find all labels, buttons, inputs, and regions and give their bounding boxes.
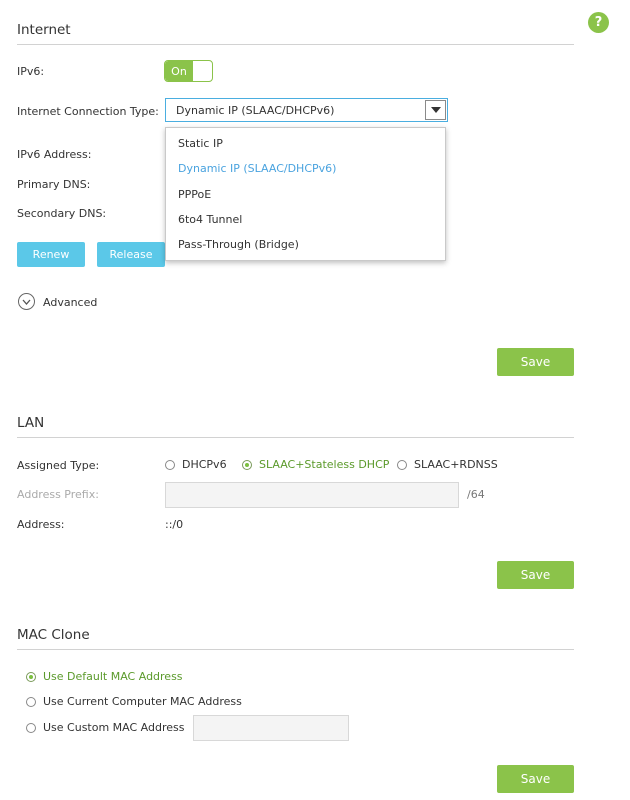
radio-custom-mac-label: Use Custom MAC Address [43,721,185,734]
mac-option-default[interactable]: Use Default MAC Address [26,670,183,683]
radio-custom-mac[interactable] [26,722,36,733]
ipv6-toggle-on-label: On [165,61,193,81]
advanced-label[interactable]: Advanced [43,296,97,309]
connection-type-value: Dynamic IP (SLAAC/DHCPv6) [176,103,335,117]
ipv6-address-label: IPv6 Address: [17,148,92,161]
connection-type-dropdown: Static IP Dynamic IP (SLAAC/DHCPv6) PPPo… [165,127,446,262]
renew-button[interactable]: Renew [17,242,85,267]
custom-mac-input[interactable] [193,715,349,741]
address-value: ::/0 [165,518,184,531]
radio-default-mac-label: Use Default MAC Address [43,670,183,683]
mac-clone-section-title: MAC Clone [17,627,90,643]
help-glyph: ? [594,15,603,30]
secondary-dns-label: Secondary DNS: [17,207,107,220]
help-icon[interactable]: ? [588,12,609,33]
advanced-expand-icon[interactable] [18,293,35,310]
ipv6-toggle[interactable]: On [164,60,213,82]
radio-slaac-stateless-label: SLAAC+Stateless DHCP [259,458,390,471]
assigned-type-slaac-stateless[interactable]: SLAAC+Stateless DHCP [242,458,389,471]
primary-dns-label: Primary DNS: [17,178,91,191]
radio-dhcpv6[interactable] [165,459,175,470]
radio-default-mac[interactable] [26,671,36,682]
mac-option-custom[interactable]: Use Custom MAC Address [26,721,185,734]
internet-divider [17,44,574,45]
lan-divider [17,437,574,438]
mac-option-current-computer[interactable]: Use Current Computer MAC Address [26,695,242,708]
caret-down-icon [430,107,441,113]
radio-slaac-rdnss-label: SLAAC+RDNSS [414,458,498,471]
radio-slaac-rdnss[interactable] [397,459,407,470]
assigned-type-dhcpv6[interactable]: DHCPv6 [165,458,227,471]
dropdown-arrow-button[interactable] [425,100,446,120]
release-button[interactable]: Release [97,242,165,267]
address-prefix-label: Address Prefix: [17,488,99,501]
lan-section-title: LAN [17,415,45,431]
dropdown-option-pppoe[interactable]: PPPoE [166,182,445,207]
address-prefix-input[interactable] [165,482,459,508]
internet-save-button[interactable]: Save [497,348,574,376]
radio-slaac-stateless[interactable] [242,459,252,470]
lan-save-button[interactable]: Save [497,561,574,589]
radio-dhcpv6-label: DHCPv6 [182,458,227,471]
mac-clone-divider [17,649,574,650]
connection-type-select[interactable]: Dynamic IP (SLAAC/DHCPv6) [165,98,448,122]
radio-current-mac[interactable] [26,696,36,707]
mac-clone-save-button[interactable]: Save [497,765,574,793]
connection-type-label: Internet Connection Type: [17,105,159,118]
dropdown-option-pass-through[interactable]: Pass-Through (Bridge) [166,232,445,257]
prefix-suffix: /64 [467,488,485,501]
assigned-type-slaac-rdnss[interactable]: SLAAC+RDNSS [397,458,498,471]
dropdown-option-6to4-tunnel[interactable]: 6to4 Tunnel [166,207,445,232]
internet-section-title: Internet [17,22,71,38]
address-label: Address: [17,518,65,531]
radio-current-mac-label: Use Current Computer MAC Address [43,695,242,708]
assigned-type-label: Assigned Type: [17,459,100,472]
ipv6-label: IPv6: [17,65,45,78]
dropdown-option-static-ip[interactable]: Static IP [166,131,445,156]
dropdown-option-dynamic-ip[interactable]: Dynamic IP (SLAAC/DHCPv6) [166,156,445,181]
